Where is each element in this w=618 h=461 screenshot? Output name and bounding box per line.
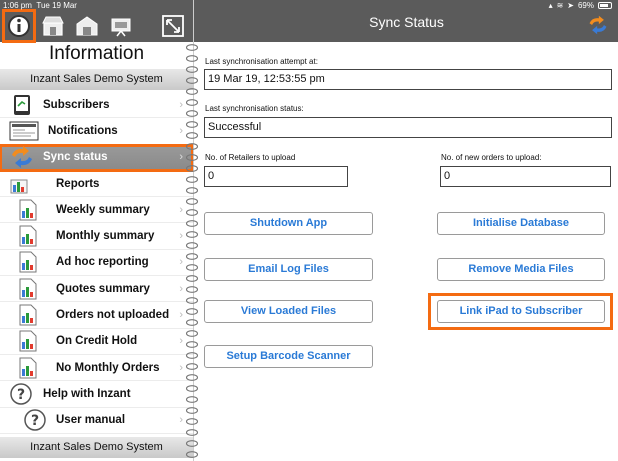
orders-label: No. of new orders to upload: <box>441 153 542 162</box>
chevron-right-icon: › <box>179 335 183 348</box>
sidebar-item-user-manual[interactable]: ? User manual › <box>0 408 193 434</box>
battery-percent: 69% <box>577 1 594 10</box>
status-right: ▴ ≋ ➤ 69% <box>549 1 612 10</box>
location-icon: ➤ <box>567 1 574 10</box>
panel-title: Information <box>48 43 145 64</box>
battery-icon <box>598 2 612 9</box>
svg-text:?: ? <box>17 387 25 403</box>
sidebar-item-on-credit-hold[interactable]: On Credit Hold › <box>0 329 193 355</box>
system-name-header: Inzant Sales Demo System <box>0 69 193 90</box>
sidebar-item-reports[interactable]: Reports <box>0 171 193 198</box>
view-loaded-files-button[interactable]: View Loaded Files <box>204 300 373 323</box>
sidebar-item-label: Reports <box>56 177 100 190</box>
sidebar-item-label: Orders not uploaded <box>56 309 170 322</box>
chevron-right-icon: › <box>179 361 183 374</box>
chevron-right-icon: › <box>179 98 183 111</box>
report-doc-icon <box>18 357 38 379</box>
signal-icon: ▴ <box>548 1 553 10</box>
shutdown-app-button[interactable]: Shutdown App <box>204 212 373 235</box>
sidebar-item-label: User manual <box>56 414 126 427</box>
remove-media-files-button[interactable]: Remove Media Files <box>437 258 605 281</box>
sidebar-item-sync-status[interactable]: Sync status › <box>0 143 194 172</box>
status-date: Tue 19 Mar <box>36 1 77 10</box>
sidebar-item-label: On Credit Hold <box>56 335 138 348</box>
warehouse-icon[interactable] <box>74 13 100 39</box>
report-doc-icon <box>18 304 38 326</box>
orders-field: 0 <box>440 166 611 187</box>
sync-icon <box>9 146 35 169</box>
svg-text:?: ? <box>31 413 39 429</box>
sidebar-item-subscribers[interactable]: Subscribers › <box>0 92 193 119</box>
last-status-field: Successful <box>204 117 612 138</box>
sidebar-item-label: Monthly summary <box>56 230 155 243</box>
sidebar-item-label: Sync status <box>43 151 108 164</box>
sidebar-item-label: Ad hoc reporting <box>56 256 149 269</box>
sidebar-item-label: Notifications <box>48 124 118 137</box>
info-icon[interactable] <box>2 9 36 43</box>
last-attempt-field: 19 Mar 19, 12:53:55 pm <box>204 69 612 90</box>
retailers-label: No. of Retailers to upload <box>205 153 296 162</box>
retailers-field: 0 <box>204 166 348 187</box>
report-doc-icon <box>18 199 38 221</box>
chevron-right-icon: › <box>179 309 183 322</box>
sidebar-item-label: Weekly summary <box>56 203 150 216</box>
sidebar-item-ad-hoc-reporting[interactable]: Ad hoc reporting › <box>0 250 193 277</box>
status-time-date: 1:06 pm Tue 19 Mar <box>3 1 77 10</box>
chevron-right-icon: › <box>179 414 183 427</box>
sidebar-item-help-with-inzant[interactable]: ? Help with Inzant <box>0 381 193 408</box>
sidebar-item-monthly-summary[interactable]: Monthly summary › <box>0 223 193 250</box>
store-icon[interactable] <box>40 13 66 39</box>
link-ipad-button[interactable]: Link iPad to Subscriber <box>437 300 605 323</box>
chevron-right-icon: › <box>179 230 183 243</box>
tablet-icon <box>12 94 32 116</box>
page-title: Sync Status <box>369 14 444 30</box>
sidebar-item-label: Quotes summary <box>56 282 150 295</box>
sidebar-item-label: No Monthly Orders <box>56 361 160 374</box>
report-icon <box>9 173 29 195</box>
right-panel: Sync Status Last synchronisation attempt… <box>193 0 618 461</box>
system-name-footer: Inzant Sales Demo System <box>0 437 193 458</box>
initialise-database-button[interactable]: Initialise Database <box>437 212 605 235</box>
status-time: 1:06 pm <box>3 1 32 10</box>
sidebar-item-label: Help with Inzant <box>43 387 131 400</box>
sidebar-item-weekly-summary[interactable]: Weekly summary › <box>0 197 193 224</box>
wifi-icon: ≋ <box>556 1 564 10</box>
sidebar-item-no-monthly-orders[interactable]: No Monthly Orders › <box>0 355 193 382</box>
sidebar-item-orders-not-uploaded[interactable]: Orders not uploaded › <box>0 302 193 329</box>
chevron-right-icon: › <box>179 151 183 164</box>
report-doc-icon <box>18 251 38 273</box>
report-doc-icon <box>18 225 38 247</box>
report-doc-icon <box>18 330 38 352</box>
spiral-binding <box>185 42 199 461</box>
notifications-icon <box>9 120 39 142</box>
resize-icon[interactable] <box>160 13 186 39</box>
sync-icon[interactable] <box>587 14 609 36</box>
report-doc-icon <box>18 278 38 300</box>
nav-list: Subscribers › Notifications › Sync statu… <box>0 92 194 434</box>
sidebar-item-label: Subscribers <box>43 98 110 111</box>
presentation-icon[interactable] <box>108 13 134 39</box>
last-attempt-label: Last synchronisation attempt at: <box>205 57 318 66</box>
last-status-label: Last synchronisation status: <box>205 104 304 113</box>
email-log-files-button[interactable]: Email Log Files <box>204 258 373 281</box>
chevron-right-icon: › <box>179 282 183 295</box>
chevron-right-icon: › <box>179 203 183 216</box>
sidebar-item-notifications[interactable]: Notifications › <box>0 118 193 145</box>
chevron-right-icon: › <box>179 256 183 269</box>
sidebar-item-quotes-summary[interactable]: Quotes summary › <box>0 276 193 303</box>
help-icon: ? <box>23 409 47 431</box>
setup-barcode-scanner-button[interactable]: Setup Barcode Scanner <box>204 345 373 368</box>
left-panel: Information Inzant Sales Demo System Sub… <box>0 0 199 461</box>
status-bar: 1:06 pm Tue 19 Mar ▴ ≋ ➤ 69% <box>0 0 618 12</box>
chevron-right-icon: › <box>179 124 183 137</box>
help-icon: ? <box>9 383 33 405</box>
